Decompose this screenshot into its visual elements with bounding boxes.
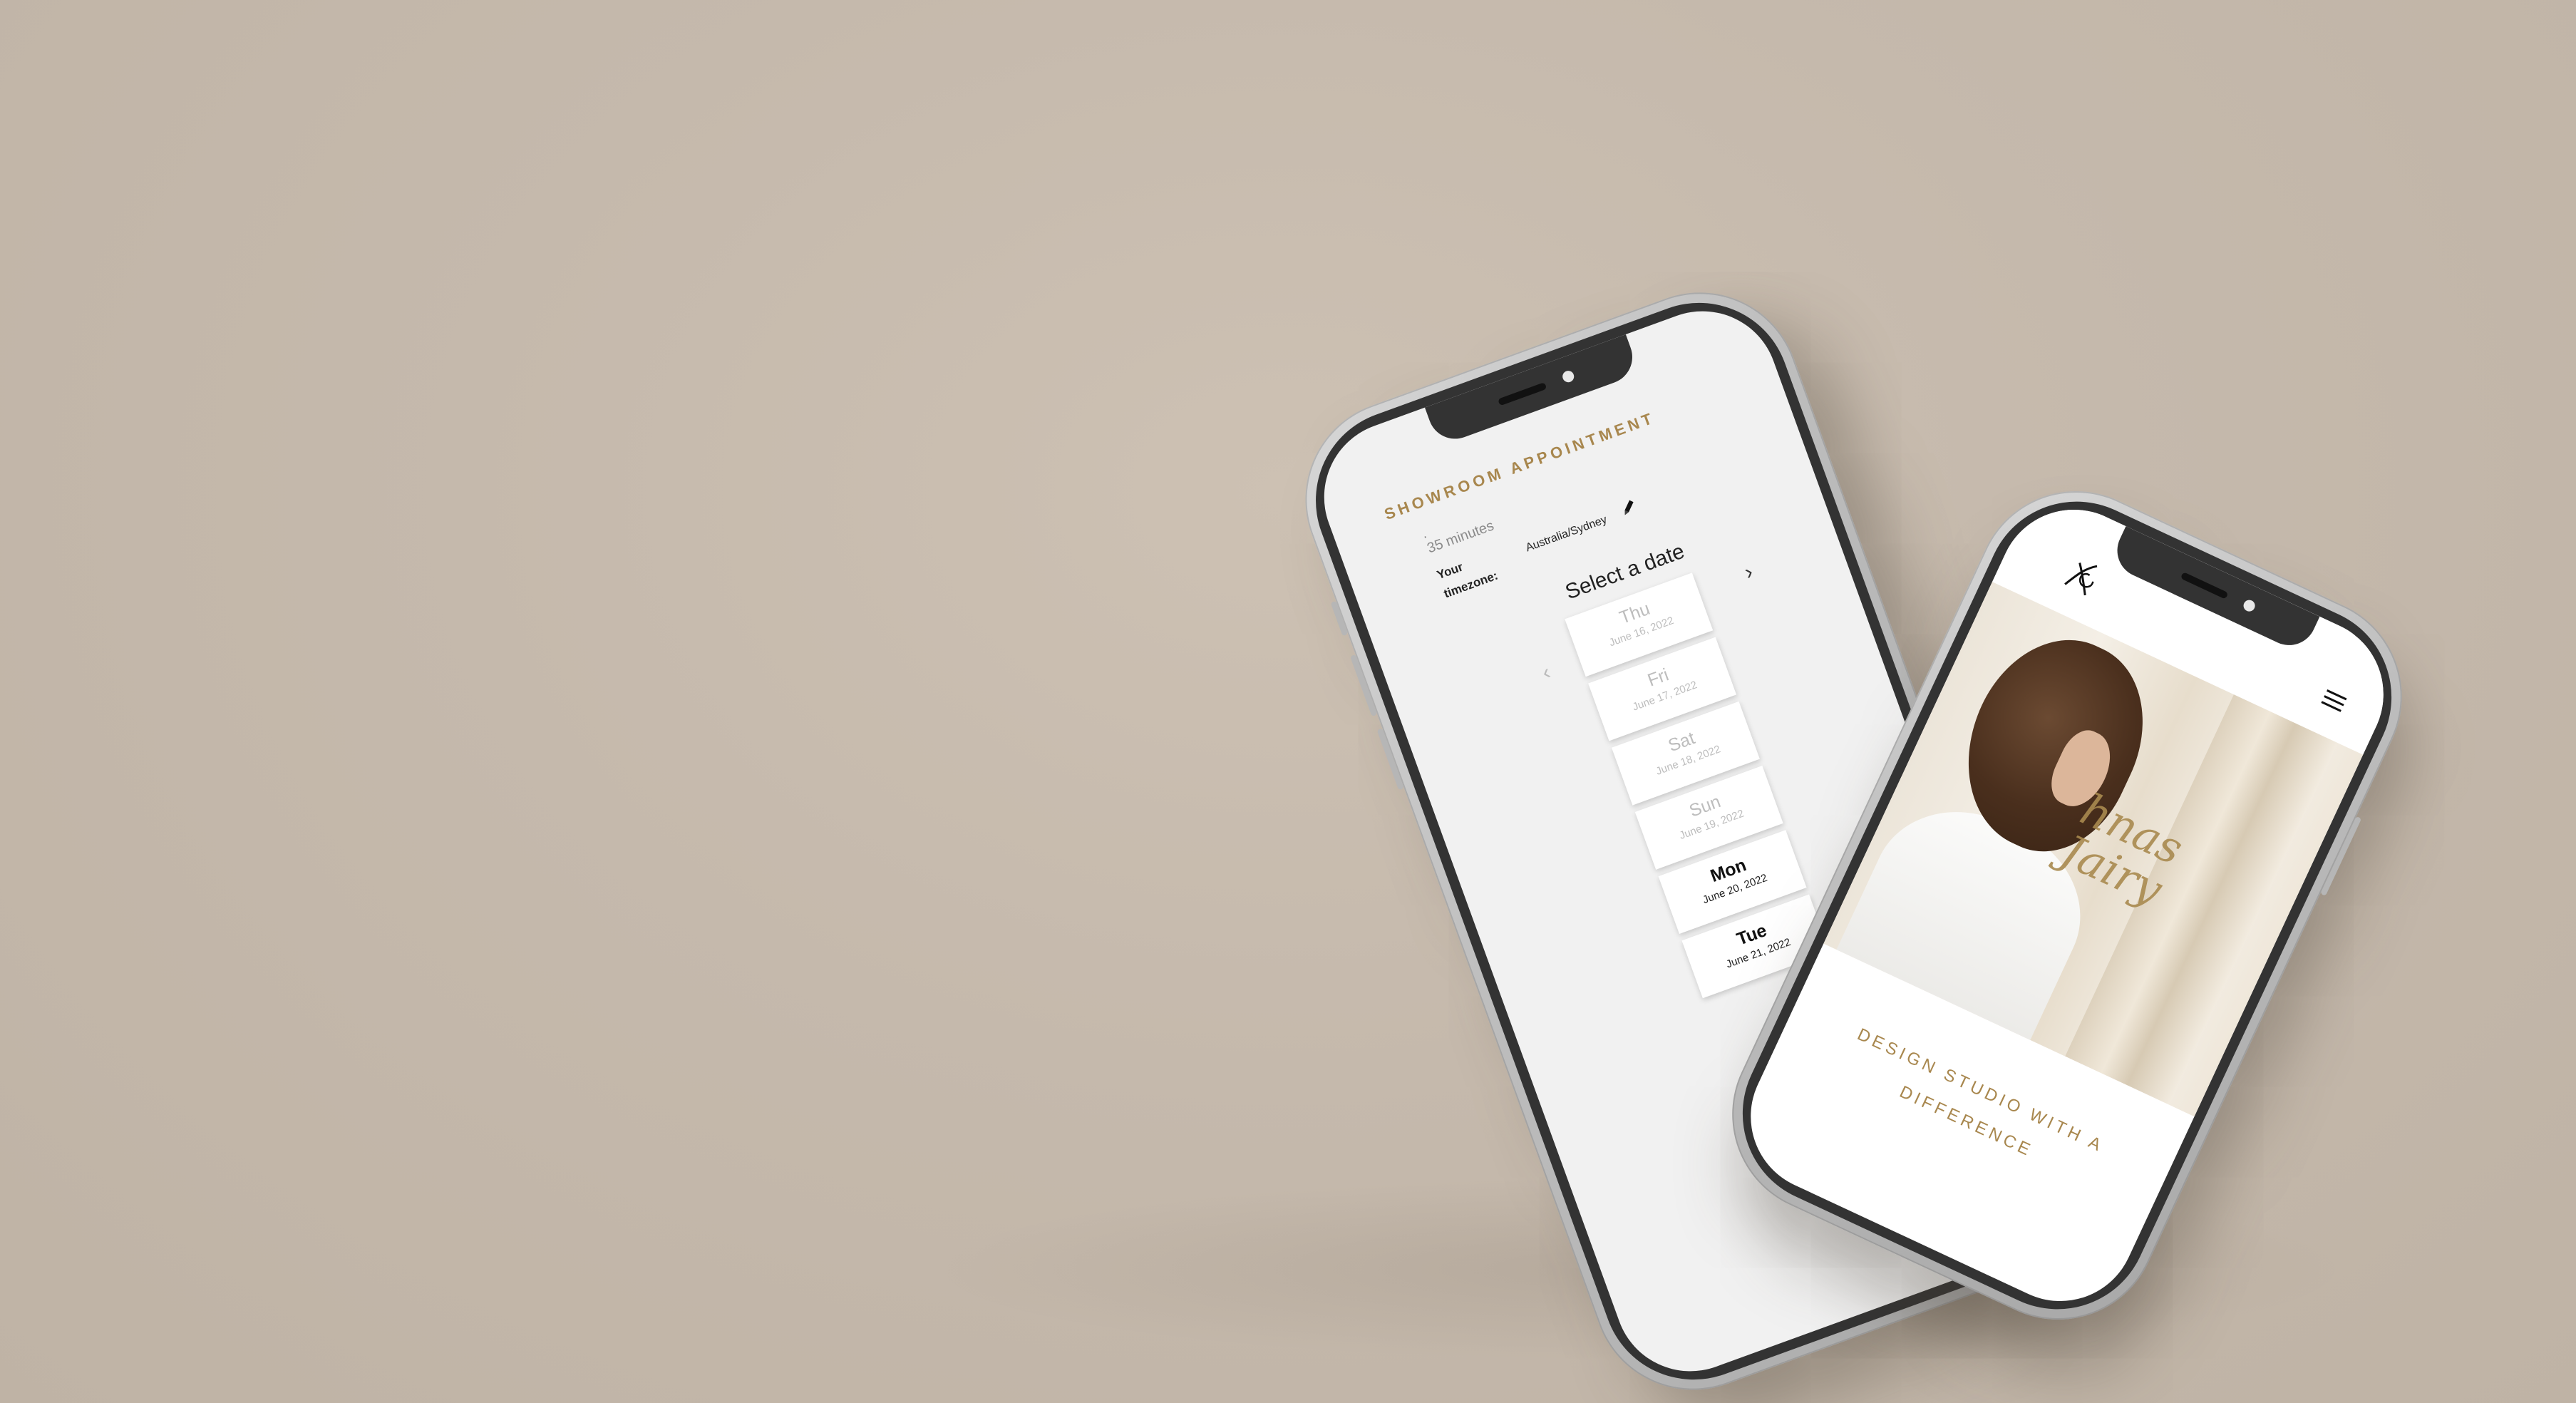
mockup-scene: SHOWROOM APPOINTMENT . 35 minutes Your t… — [0, 0, 2576, 1403]
prev-dates-arrow[interactable]: ‹ — [1539, 660, 1554, 685]
timezone-value: Australia/Sydney — [1524, 513, 1609, 555]
hamburger-menu-icon[interactable] — [2320, 689, 2347, 714]
next-dates-arrow[interactable]: › — [1741, 560, 1756, 585]
monogram-logo[interactable] — [2053, 548, 2110, 605]
speaker — [1498, 382, 1547, 406]
speaker — [2180, 572, 2229, 600]
camera-icon — [2241, 598, 2257, 614]
camera-icon — [1560, 369, 1576, 384]
date-list: Thu June 16, 2022 Fri June 17, 2022 Sat June … — [1565, 572, 1833, 1004]
phone-side-button — [1330, 600, 1349, 637]
pencil-icon[interactable] — [1617, 495, 1640, 519]
